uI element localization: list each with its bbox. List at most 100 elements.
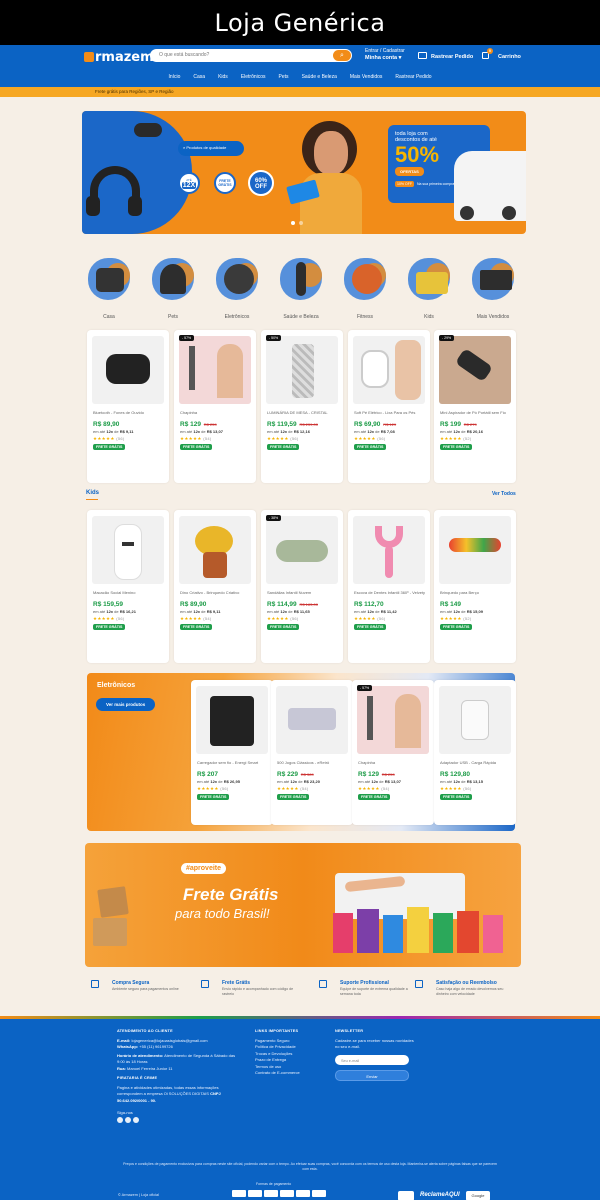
product-image: [92, 516, 164, 584]
footer-email[interactable]: lojagenerica@lojaoasisglobais@gmail.com: [131, 1038, 207, 1043]
product-card[interactable]: Escova de Dentes Infantil 360º - Velvety…: [348, 510, 430, 663]
product-card[interactable]: Carregador sem fio - Energi Smart R$ 207…: [191, 680, 273, 825]
section-title-kids: Kids: [86, 490, 100, 496]
product-card[interactable]: Macacão Social Menino R$ 159,59 em até 1…: [87, 510, 169, 663]
category-eletronicos[interactable]: Eletrônicos: [210, 255, 264, 320]
product-card[interactable]: Brinquedo para Berço R$ 149 em até 12x d…: [434, 510, 516, 663]
pix-icon: [312, 1190, 326, 1197]
bag-green: [433, 913, 453, 953]
product-card[interactable]: - 57% Chapinha R$ 129 R$ 259 em até 12x …: [174, 330, 256, 483]
box-image: [93, 918, 127, 946]
van-wheel-front: [460, 206, 474, 220]
product-image: [276, 686, 348, 754]
bag-red: [457, 911, 479, 953]
product-card[interactable]: - 38% Sandálias Infantil Nuvem R$ 114,99…: [261, 510, 343, 663]
product-card[interactable]: Soft Pé Elétrico - Lixa Para os Pés R$ 6…: [348, 330, 430, 483]
see-more-products-button[interactable]: Ver mais produtos: [96, 698, 156, 711]
nav-item-kids[interactable]: Kids: [218, 74, 228, 80]
category-strip: Casa Pets Eletrônicos Saúde e Beleza Fit…: [82, 255, 526, 325]
badge-free-shipping: FRETE GRÁTIS: [214, 172, 236, 194]
search-bar: O que está buscando? ⌕: [150, 49, 352, 62]
logo[interactable]: rmazem: [84, 50, 154, 65]
category-pets[interactable]: Pets: [146, 255, 200, 320]
product-image: [92, 336, 164, 404]
instagram-icon[interactable]: [125, 1116, 131, 1123]
product-card[interactable]: - 29% Mini Aspirador de Pó Portátil sem …: [434, 330, 516, 483]
visa-icon: [248, 1190, 262, 1197]
box-image: [97, 886, 129, 918]
headset-icon: [319, 980, 327, 988]
discount-badge: - 57%: [357, 685, 373, 691]
newsletter-submit-button[interactable]: Enviar: [335, 1069, 409, 1081]
footer-col-support: ATENDIMENTO AO CLIENTE E-mail: lojagener…: [117, 1028, 242, 1125]
truck-icon: [201, 980, 209, 988]
discount-badge: - 29%: [439, 335, 455, 341]
payment-methods: [232, 1190, 328, 1199]
security-seal-icon: [398, 1191, 414, 1200]
nav-item-rastrear[interactable]: Rastrear Pedido: [395, 74, 431, 80]
bag-purple: [357, 909, 379, 953]
reclame-aqui-seal[interactable]: ReclameAQUI: [420, 1192, 460, 1198]
search-icon[interactable]: ⌕: [333, 50, 351, 61]
electronics-title: Eletrônicos: [97, 682, 136, 689]
nav-item-saude-beleza[interactable]: Saúde e Beleza: [302, 74, 337, 80]
boleto-icon: [232, 1190, 246, 1197]
search-input[interactable]: O que está buscando?: [159, 52, 209, 58]
youtube-icon[interactable]: [133, 1116, 139, 1123]
nav-item-pets[interactable]: Pets: [279, 74, 289, 80]
hashtag-pill: #aproveite: [181, 863, 227, 874]
discount-badge: - 38%: [266, 515, 282, 521]
track-order-link[interactable]: Rastrear Pedido: [418, 52, 473, 60]
nav-item-inicio[interactable]: Início: [168, 74, 180, 80]
footer-whatsapp[interactable]: +55 (11) 96199726: [139, 1044, 173, 1049]
product-name: Bluetooth - Fones de Ouvido: [93, 410, 144, 415]
category-casa[interactable]: Casa: [82, 255, 136, 320]
promo-offers-button[interactable]: OFERTAS: [395, 167, 424, 176]
product-card[interactable]: Dino Criativo - Brinquedo Criativo R$ 89…: [174, 510, 256, 663]
product-image: [439, 686, 511, 754]
nav-item-eletronicos[interactable]: Eletrônicos: [241, 74, 266, 80]
facebook-icon[interactable]: [117, 1116, 123, 1123]
product-image: [353, 516, 425, 584]
product-image: [179, 516, 251, 584]
bag-yellow: [407, 907, 429, 953]
google-seal[interactable]: Google: [466, 1191, 490, 1200]
product-card[interactable]: 500 Jogos Clássicos - eRetrô R$ 229 R$ 3…: [271, 680, 353, 825]
newsletter-email-input[interactable]: Seu e-mail: [335, 1054, 409, 1065]
carousel-dot-2[interactable]: [299, 221, 303, 225]
category-mais-vendidos[interactable]: Mais Vendidos: [466, 255, 520, 320]
see-all-kids-link[interactable]: Ver Todos: [492, 491, 516, 497]
free-shipping-badge: FRETE GRÁTIS: [93, 444, 126, 450]
free-shipping-banner[interactable]: #aproveite Frete Grátis para todo Brasil…: [85, 843, 521, 967]
footer-link[interactable]: Contrato de E-commerce: [255, 1070, 325, 1077]
frete-headline: Frete Grátis: [183, 885, 279, 904]
footer-legal: Preços e condições de pagamento exclusiv…: [123, 1162, 497, 1171]
nav-item-mais-vendidos[interactable]: Mais Vendidos: [350, 74, 383, 80]
account-link[interactable]: Entrar / Cadastrar Minha conta ▾: [365, 48, 405, 62]
truck-icon: [418, 52, 427, 59]
headphone-cup-left: [86, 196, 100, 216]
footer-col-links: LINKS IMPORTANTES Pagamento Seguro Polít…: [255, 1028, 325, 1077]
payment-label: Formas de pagamento: [256, 1182, 292, 1186]
page-title-bar: Loja Genérica: [0, 0, 600, 45]
category-saude-beleza[interactable]: Saúde e Beleza: [274, 255, 328, 320]
product-card[interactable]: - 50% LUMINÁRIA DE MESA - CRISTAL R$ 119…: [261, 330, 343, 483]
cart-link[interactable]: 0 Carrinho: [482, 48, 521, 60]
product-image: [179, 336, 251, 404]
product-card[interactable]: Adaptador USB - Carga Rápida R$ 129,80 e…: [434, 680, 516, 825]
notice-text: Frete grátis para Regiões, SP e Região: [95, 89, 174, 94]
category-fitness[interactable]: Fitness: [338, 255, 392, 320]
discount-badge: - 50%: [266, 335, 282, 341]
section-underline: [86, 499, 98, 500]
footer-stripe: [0, 1016, 600, 1019]
product-card[interactable]: Bluetooth - Fones de Ouvido R$ 89,90 em …: [87, 330, 169, 483]
van-wheel-rear: [502, 206, 516, 220]
carousel-dot-1[interactable]: [291, 221, 295, 225]
nav-item-casa[interactable]: Casa: [193, 74, 205, 80]
footer-col-newsletter: NEWSLETTER Cadastre-se para receber noss…: [335, 1029, 414, 1081]
headphone-cup-right: [128, 196, 142, 216]
product-image: [196, 686, 268, 754]
product-card[interactable]: - 57% Chapinha R$ 129 R$ 259 em até 12x …: [352, 680, 434, 825]
category-kids[interactable]: Kids: [402, 255, 456, 320]
hero-banner[interactable]: ⌕ Produtos de qualidade ATÉ 12X FRETE GRÁ…: [82, 111, 526, 234]
